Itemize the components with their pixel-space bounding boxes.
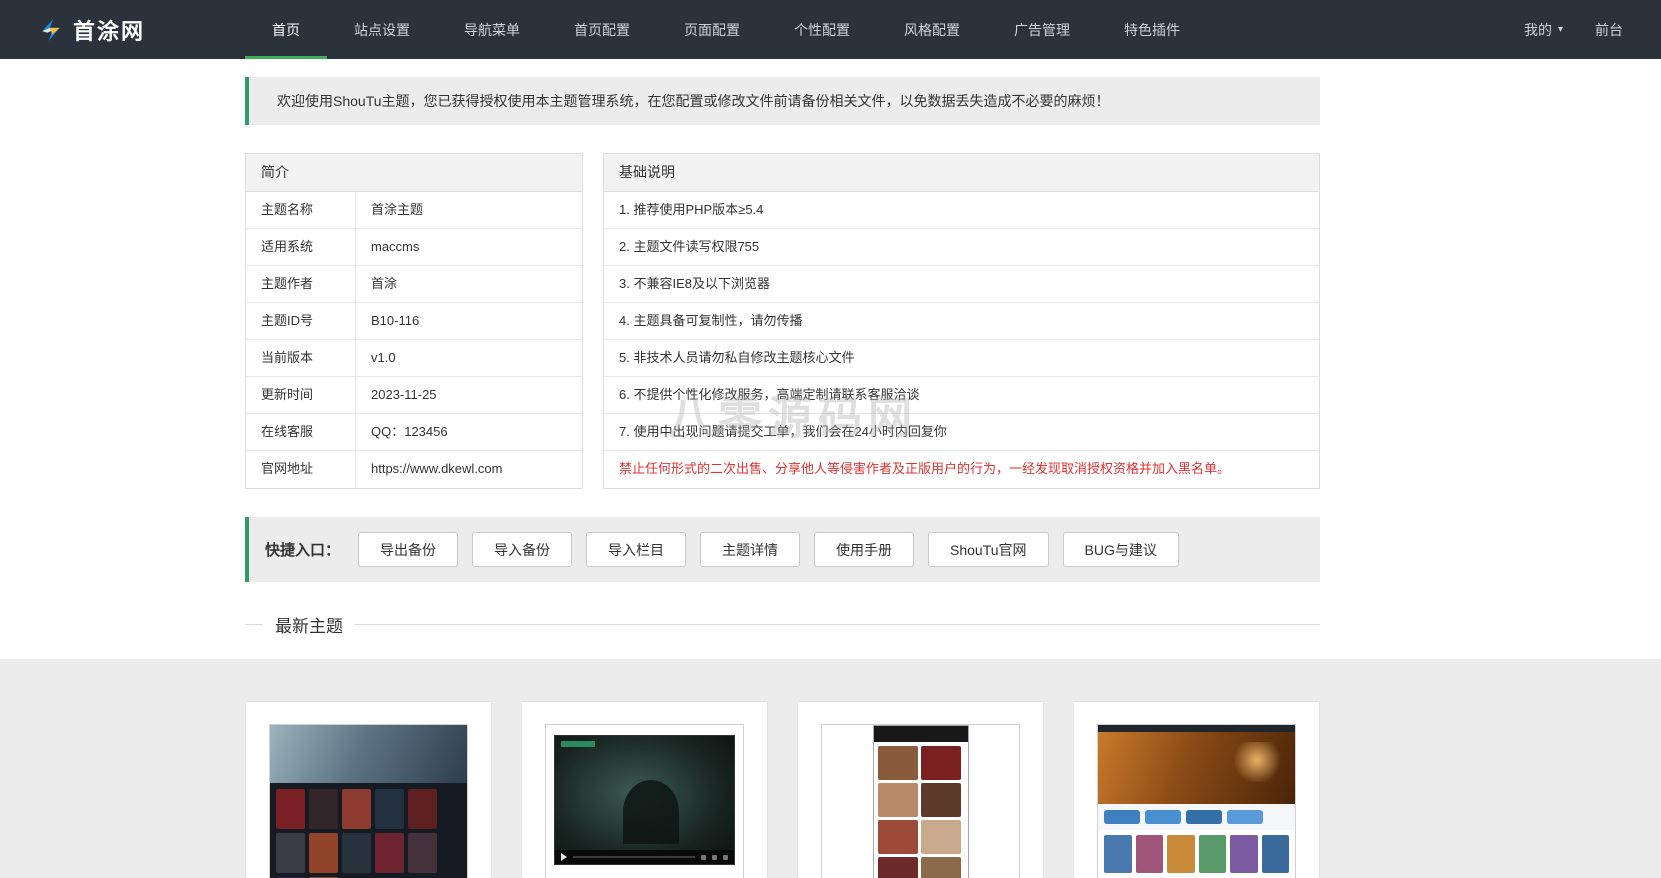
intro-panel: 简介 主题名称 首涂主题 适用系统 maccms 主题作者 首涂 主题ID号 B… [245,153,583,489]
welcome-alert: 欢迎使用ShouTu主题，您已获得授权使用本主题管理系统，在您配置或修改文件前请… [245,77,1320,125]
table-row: 官网地址 https://www.dkewl.com [246,451,582,488]
nav-item-page-config[interactable]: 页面配置 [657,0,767,59]
notes-panel: 基础说明 1. 推荐使用PHP版本≥5.4 2. 主题文件读写权限755 3. … [603,153,1320,489]
theme-preview-2 [545,724,744,878]
intro-row-label: 主题名称 [246,192,356,228]
shoutu-site-button[interactable]: ShouTu官网 [928,532,1049,567]
main-content: 欢迎使用ShouTu主题，您已获得授权使用本主题管理系统，在您配置或修改文件前请… [0,77,1661,878]
import-backup-button[interactable]: 导入备份 [472,532,572,567]
note-item: 5. 非技术人员请勿私自修改主题核心文件 [604,340,1319,377]
nav-item-personal-config[interactable]: 个性配置 [767,0,877,59]
theme-card-2[interactable] [521,701,768,878]
intro-row-value: v1.0 [356,340,396,376]
main-nav: 首页 站点设置 导航菜单 首页配置 页面配置 个性配置 风格配置 广告管理 特色… [245,0,1207,59]
import-columns-button[interactable]: 导入栏目 [586,532,686,567]
divider [355,624,1320,625]
intro-row-label: 当前版本 [246,340,356,376]
intro-row-label: 在线客服 [246,414,356,450]
table-row: 在线客服 QQ：123456 [246,414,582,451]
my-dropdown[interactable]: 我的 ▾ [1524,20,1563,40]
section-title: 最新主题 [263,612,355,637]
theme-details-button[interactable]: 主题详情 [700,532,800,567]
note-item: 4. 主题具备可复制性，请勿传播 [604,303,1319,340]
navbar-right: 我的 ▾ 前台 [1524,0,1623,59]
logo-icon [38,17,64,43]
latest-themes-strip [0,659,1661,878]
top-navbar: 首涂网 首页 站点设置 导航菜单 首页配置 页面配置 个性配置 风格配置 广告管… [0,0,1661,59]
my-dropdown-label: 我的 [1524,20,1552,40]
official-site-url: https://www.dkewl.com [356,451,503,488]
theme-card-1[interactable] [245,701,492,878]
nav-item-featured-plugins[interactable]: 特色插件 [1097,0,1207,59]
nav-item-home[interactable]: 首页 [245,0,327,59]
intro-row-value: B10-116 [356,303,419,339]
note-warning: 禁止任何形式的二次出售、分享他人等侵害作者及正版用户的行为，一经发现取消授权资格… [604,451,1319,488]
table-row: 更新时间 2023-11-25 [246,377,582,414]
intro-row-label: 更新时间 [246,377,356,413]
nav-item-ad-management[interactable]: 广告管理 [987,0,1097,59]
note-item: 6. 不提供个性化修改服务，高端定制请联系客服洽谈 [604,377,1319,414]
frontend-link[interactable]: 前台 [1595,20,1623,40]
chevron-down-icon: ▾ [1558,24,1563,35]
info-panels: 简介 主题名称 首涂主题 适用系统 maccms 主题作者 首涂 主题ID号 B… [245,153,1320,489]
note-item: 1. 推荐使用PHP版本≥5.4 [604,192,1319,229]
table-row: 当前版本 v1.0 [246,340,582,377]
theme-cards [245,659,1320,878]
user-manual-button[interactable]: 使用手册 [814,532,914,567]
theme-card-4[interactable] [1073,701,1320,878]
table-row: 主题名称 首涂主题 [246,192,582,229]
nav-item-style-config[interactable]: 风格配置 [877,0,987,59]
intro-row-label: 主题作者 [246,266,356,302]
intro-row-label: 适用系统 [246,229,356,265]
nav-item-home-config[interactable]: 首页配置 [547,0,657,59]
intro-row-value: 首涂 [356,266,397,302]
theme-preview-1 [269,724,468,878]
latest-themes-header: 最新主题 [245,612,1320,637]
quick-entry-label: 快捷入口： [265,539,340,560]
intro-row-label: 官网地址 [246,451,356,488]
export-backup-button[interactable]: 导出备份 [358,532,458,567]
theme-card-3[interactable] [797,701,1044,878]
table-row: 主题作者 首涂 [246,266,582,303]
divider [245,624,263,625]
nav-item-nav-menu[interactable]: 导航菜单 [437,0,547,59]
welcome-alert-text: 欢迎使用ShouTu主题，您已获得授权使用本主题管理系统，在您配置或修改文件前请… [277,91,1110,111]
table-row: 适用系统 maccms [246,229,582,266]
logo-text: 首涂网 [73,14,145,46]
nav-item-site-settings[interactable]: 站点设置 [327,0,437,59]
intro-row-value: 2023-11-25 [356,377,437,413]
intro-row-value: 首涂主题 [356,192,423,228]
quick-entry-bar: 快捷入口： 导出备份 导入备份 导入栏目 主题详情 使用手册 ShouTu官网 … [245,517,1320,582]
bug-suggestion-button[interactable]: BUG与建议 [1063,532,1179,567]
table-row: 主题ID号 B10-116 [246,303,582,340]
logo[interactable]: 首涂网 [38,0,145,59]
theme-preview-3 [821,724,1020,878]
note-item: 3. 不兼容IE8及以下浏览器 [604,266,1319,303]
intro-row-value: maccms [356,229,419,265]
intro-row-label: 主题ID号 [246,303,356,339]
theme-preview-4 [1097,724,1296,878]
notes-panel-title: 基础说明 [604,154,1319,192]
note-item: 7. 使用中出现问题请提交工单，我们会在24小时内回复你 [604,414,1319,451]
intro-row-value: QQ：123456 [356,414,448,450]
intro-panel-title: 简介 [246,154,582,192]
note-item: 2. 主题文件读写权限755 [604,229,1319,266]
